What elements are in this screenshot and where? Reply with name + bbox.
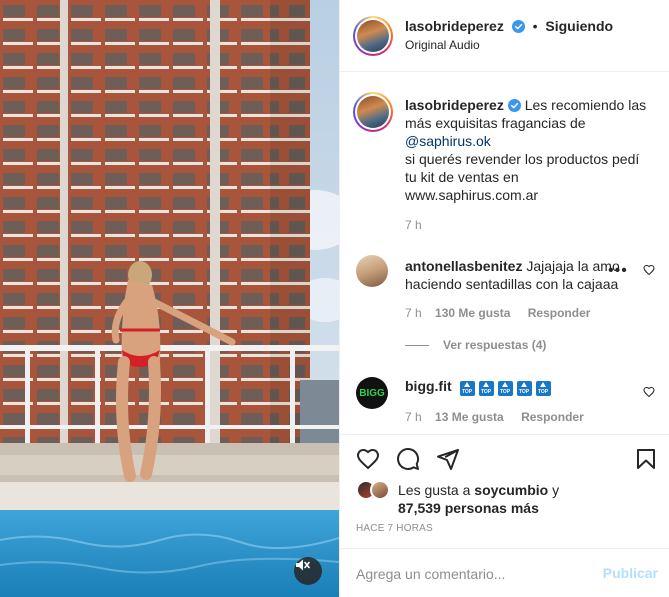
top-emoji-badge: TOP [516,381,532,396]
up-arrow-icon [482,382,489,387]
heart-icon[interactable] [356,447,380,471]
top-emoji-badges: TOP TOP TOP TOP TOP [456,378,551,396]
caption-text: lasobrideperez Les recomiendo las más ex… [405,96,655,204]
audio-label[interactable]: Original Audio [405,38,480,52]
comment-like-heart-icon[interactable] [643,386,655,398]
replies-divider-line [405,345,429,347]
likes-joiner: y [552,482,560,498]
post-media[interactable] [0,0,339,597]
comment-input[interactable] [356,549,586,597]
comment-timestamp[interactable]: 7 h [405,306,422,320]
reply-button[interactable]: Responder [528,306,591,320]
verified-badge-icon [507,99,521,112]
caption-line-2: más exquisitas fragancias de [405,115,586,131]
likes-count-link[interactable]: 87,539 personas más [398,500,539,516]
separator-dot: • [532,18,538,34]
author-username[interactable]: lasobrideperez [405,18,504,34]
caption-line-3: si querés revender los productos pedí [405,151,640,167]
caption-author-avatar[interactable] [353,92,393,132]
comment-likes-count[interactable]: 130 Me gusta [435,306,510,320]
post-side-panel: lasobrideperez • Siguiendo Original Audi… [339,0,669,597]
muted-speaker-icon [296,559,310,571]
comment-timestamp-2[interactable]: 7 h [405,410,422,424]
publish-button[interactable]: Publicar [603,565,658,581]
commenter-avatar[interactable] [356,255,388,287]
up-arrow-icon [539,382,546,387]
caption-line-4: tu kit de ventas en [405,169,519,185]
header-title-row: lasobrideperez • Siguiendo [405,18,613,34]
post-photo [0,0,339,597]
website-link[interactable]: www.saphirus.com.ar [405,187,538,203]
comment-text-line-2: haciendo sentadillas con la cajaaa [405,276,619,292]
mute-toggle-button[interactable] [294,557,322,585]
commenter-username[interactable]: antonellasbenitez [405,258,522,274]
post-actions-bar [340,434,669,482]
mention-link[interactable]: @saphirus.ok [405,133,491,149]
likes-text: Les gusta a soycumbio y 87,539 personas … [398,481,598,517]
caption-line-1: Les recomiendo las [524,97,647,113]
comment-like-heart-icon[interactable] [643,264,655,276]
commenter-username-2[interactable]: bigg.fit [405,378,452,394]
caption-timestamp[interactable]: 7 h [405,218,422,232]
bookmark-icon[interactable] [634,447,658,471]
author-avatar[interactable] [353,16,393,56]
liker-avatar [370,480,390,500]
more-options-icon[interactable]: ••• [608,262,628,280]
top-emoji-badge: TOP [459,381,475,396]
up-arrow-icon [520,382,527,387]
post-header: lasobrideperez • Siguiendo Original Audi… [340,0,669,72]
likes-prefix: Les gusta a [398,482,471,498]
comment-body-2: bigg.fit TOP TOP TOP TOP TOP [405,377,643,396]
add-comment-bar: Publicar [340,548,669,597]
up-arrow-icon [501,382,508,387]
liker-username[interactable]: soycumbio [474,482,548,498]
comment-likes-count-2[interactable]: 13 Me gusta [435,410,504,424]
top-emoji-badge: TOP [497,381,513,396]
comment-text-line-1: Jajajaja la amo [526,258,620,274]
following-button[interactable]: Siguiendo [545,18,613,34]
top-emoji-badge: TOP [478,381,494,396]
view-replies-button[interactable]: Ver respuestas (4) [405,338,546,352]
comment-icon[interactable] [396,447,420,471]
bigg-logo-text: BIGG [359,387,385,399]
comment-meta-2: 7 h 13 Me gusta Responder [405,410,584,424]
verified-badge-icon [511,20,525,33]
share-icon[interactable] [436,447,460,471]
instagram-post-view: lasobrideperez • Siguiendo Original Audi… [0,0,669,597]
liker-avatars[interactable] [356,480,396,500]
comment-meta: 7 h 130 Me gusta Responder [405,306,590,320]
top-emoji-badge: TOP [535,381,551,396]
post-time-ago[interactable]: HACE 7 HORAS [356,523,433,534]
reply-button-2[interactable]: Responder [521,410,584,424]
caption-author-username[interactable]: lasobrideperez [405,97,504,113]
view-replies-label: Ver respuestas (4) [443,338,547,352]
up-arrow-icon [463,382,470,387]
bigg-fit-avatar[interactable]: BIGG [356,377,388,409]
